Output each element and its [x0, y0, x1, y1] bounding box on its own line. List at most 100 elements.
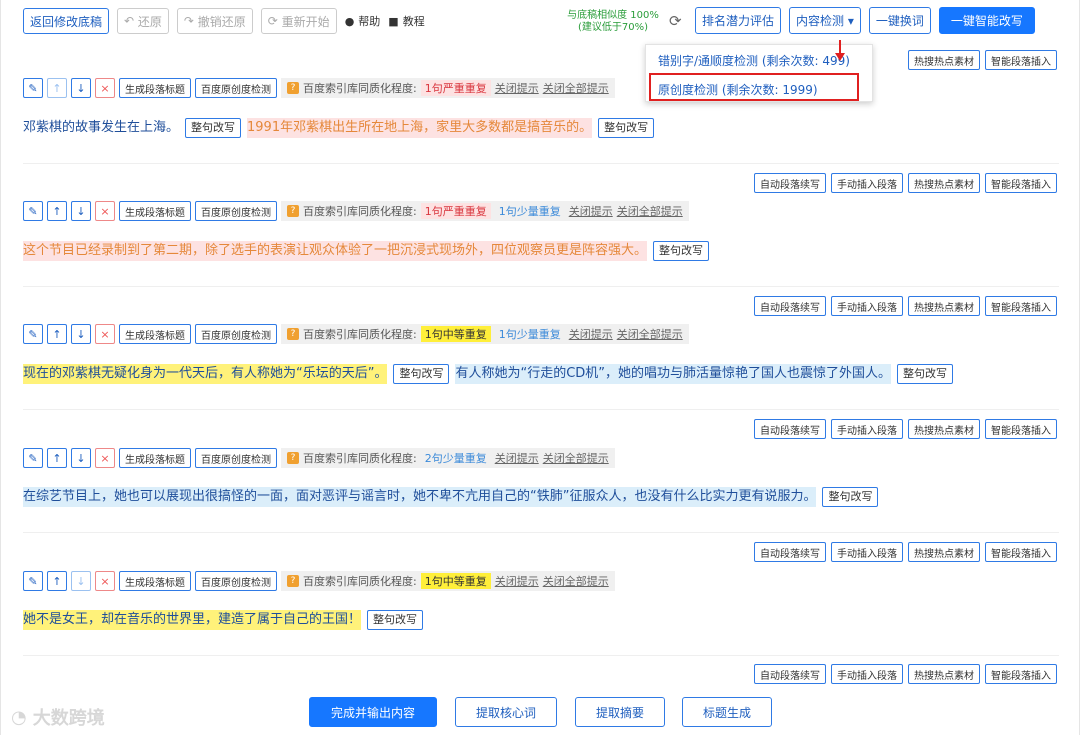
replace-words-button[interactable]: 一键换词 [868, 7, 931, 34]
smart-insert-button[interactable]: 智能段落插入 [985, 542, 1057, 562]
move-down-icon[interactable]: ↓ [71, 571, 91, 591]
hot-material-button[interactable]: 热搜热点素材 [908, 419, 980, 439]
close-all-link[interactable]: 关闭全部提示 [543, 450, 609, 466]
close-all-link[interactable]: 关闭全部提示 [617, 326, 683, 342]
auto-continue-button[interactable]: 自动段落续写 [754, 173, 826, 193]
move-up-icon[interactable]: ↑ [47, 324, 67, 344]
manual-insert-button[interactable]: 手动插入段落 [831, 542, 903, 562]
caret-down-icon: ▾ [844, 13, 854, 28]
delete-icon[interactable]: × [95, 78, 115, 98]
auto-continue-button[interactable]: 自动段落续写 [754, 542, 826, 562]
hot-material-button[interactable]: 热搜热点素材 [908, 173, 980, 193]
close-tip-link[interactable]: 关闭提示 [495, 573, 539, 589]
rewrite-sentence-button[interactable]: 整句改写 [367, 610, 424, 630]
edit-icon[interactable]: ✎ [23, 448, 43, 468]
smart-insert-button[interactable]: 智能段落插入 [985, 419, 1057, 439]
edit-icon[interactable]: ✎ [23, 571, 43, 591]
hot-material-button[interactable]: 热搜热点素材 [908, 296, 980, 316]
paragraph-text[interactable]: 在综艺节目上，她也可以展现出很搞怪的一面，面对恶评与谣言时，她不卑不亢用自己的“… [23, 487, 884, 507]
close-all-link[interactable]: 关闭全部提示 [543, 573, 609, 589]
rewrite-sentence-button[interactable]: 整句改写 [393, 364, 450, 384]
move-down-icon[interactable]: ↓ [71, 324, 91, 344]
extract-keywords-button[interactable]: 提取核心词 [455, 697, 557, 727]
rewrite-sentence-button[interactable]: 整句改写 [653, 241, 710, 261]
tutorial-link[interactable]: ■ 教程 [388, 13, 424, 29]
delete-icon[interactable]: × [95, 324, 115, 344]
help-link[interactable]: ● 帮助 [345, 13, 381, 29]
rank-potential-button[interactable]: 排名潜力评估 [695, 7, 782, 34]
baidu-check-button[interactable]: 百度原创度检测 [195, 78, 277, 98]
auto-continue-button[interactable]: 自动段落续写 [754, 419, 826, 439]
redo-button[interactable]: ↷ 撤销还原 [176, 8, 253, 34]
generate-title-button[interactable]: 生成段落标题 [119, 324, 191, 344]
generate-title-button[interactable]: 生成段落标题 [119, 78, 191, 98]
manual-insert-button[interactable]: 手动插入段落 [831, 664, 903, 684]
delete-icon[interactable]: × [95, 201, 115, 221]
question-icon: ? [287, 82, 299, 94]
rewrite-sentence-button[interactable]: 整句改写 [822, 487, 879, 507]
dup-tag: 1句少量重复 [498, 205, 561, 218]
move-down-icon[interactable]: ↓ [71, 201, 91, 221]
undo-button[interactable]: ↶ 还原 [117, 8, 169, 34]
extract-summary-button[interactable]: 提取摘要 [575, 697, 665, 727]
close-tip-link[interactable]: 关闭提示 [569, 326, 613, 342]
move-down-icon[interactable]: ↓ [71, 78, 91, 98]
paragraph-text[interactable]: 现在的邓紫棋无疑化身为一代天后，有人称她为“乐坛的天后”。 整句改写 有人称她为… [23, 364, 959, 384]
manual-insert-button[interactable]: 手动插入段落 [831, 173, 903, 193]
move-down-icon[interactable]: ↓ [71, 448, 91, 468]
back-to-draft-button[interactable]: 返回修改底稿 [23, 8, 110, 34]
auto-continue-button[interactable]: 自动段落续写 [754, 664, 826, 684]
paragraph-text[interactable]: 她不是女王，却在音乐的世界里，建造了属于自己的王国！ 整句改写 [23, 610, 429, 630]
finish-export-button[interactable]: 完成并输出内容 [309, 697, 437, 727]
baidu-check-button[interactable]: 百度原创度检测 [195, 324, 277, 344]
paragraph-text[interactable]: 这个节目已经录制到了第二期，除了选手的表演让观众体验了一把沉浸式现场外，四位观察… [23, 241, 715, 261]
hot-material-button[interactable]: 热搜热点素材 [908, 542, 980, 562]
generate-title-button[interactable]: 生成段落标题 [119, 201, 191, 221]
move-up-icon[interactable]: ↑ [47, 78, 67, 98]
smart-rewrite-button[interactable]: 一键智能改写 [938, 7, 1035, 34]
baidu-check-button[interactable]: 百度原创度检测 [195, 571, 277, 591]
generate-title-button[interactable]: 生成段落标题 [119, 571, 191, 591]
similarity-indicator: 与底稿相似度 100% (建议低于70%) [567, 10, 659, 33]
manual-insert-button[interactable]: 手动插入段落 [831, 419, 903, 439]
redo-icon: ↷ [183, 14, 198, 28]
edit-icon[interactable]: ✎ [23, 201, 43, 221]
paragraph-text[interactable]: 邓紫棋的故事发生在上海。 整句改写 1991年邓紫棋出生所在地上海，家里大多数都… [23, 118, 660, 138]
smart-insert-button[interactable]: 智能段落插入 [985, 296, 1057, 316]
delete-icon[interactable]: × [95, 448, 115, 468]
question-icon: ? [287, 452, 299, 464]
typo-check-option[interactable]: 错别字/通顺度检测 (剩余次数: 499) [658, 52, 850, 69]
auto-continue-button[interactable]: 自动段落续写 [754, 296, 826, 316]
close-tip-link[interactable]: 关闭提示 [569, 203, 613, 219]
close-all-link[interactable]: 关闭全部提示 [543, 80, 609, 96]
delete-icon[interactable]: × [95, 571, 115, 591]
paragraph-tools: 自动段落续写 手动插入段落 热搜热点素材 智能段落插入 [754, 296, 1057, 316]
restart-button[interactable]: ⟳ 重新开始 [260, 8, 337, 34]
generate-title-button[interactable]: 标题生成 [682, 697, 772, 727]
move-up-icon[interactable]: ↑ [47, 201, 67, 221]
rewrite-sentence-button[interactable]: 整句改写 [897, 364, 954, 384]
move-up-icon[interactable]: ↑ [47, 571, 67, 591]
divider [23, 532, 1059, 533]
rewrite-sentence-button[interactable]: 整句改写 [185, 118, 242, 138]
generate-title-button[interactable]: 生成段落标题 [119, 448, 191, 468]
smart-insert-button[interactable]: 智能段落插入 [985, 664, 1057, 684]
close-tip-link[interactable]: 关闭提示 [495, 450, 539, 466]
smart-insert-button[interactable]: 智能段落插入 [985, 173, 1057, 193]
close-tip-link[interactable]: 关闭提示 [495, 80, 539, 96]
hot-material-button[interactable]: 热搜热点素材 [908, 50, 980, 70]
move-up-icon[interactable]: ↑ [47, 448, 67, 468]
edit-icon[interactable]: ✎ [23, 78, 43, 98]
edit-icon[interactable]: ✎ [23, 324, 43, 344]
smart-insert-button[interactable]: 智能段落插入 [985, 50, 1057, 70]
close-all-link[interactable]: 关闭全部提示 [617, 203, 683, 219]
duplication-status: ? 百度索引库同质化程度: 1句中等重复 关闭提示 关闭全部提示 [281, 571, 615, 591]
refresh-icon[interactable]: ⟳ [669, 12, 682, 30]
question-icon: ? [287, 205, 299, 217]
rewrite-sentence-button[interactable]: 整句改写 [598, 118, 655, 138]
baidu-check-button[interactable]: 百度原创度检测 [195, 448, 277, 468]
manual-insert-button[interactable]: 手动插入段落 [831, 296, 903, 316]
hot-material-button[interactable]: 热搜热点素材 [908, 664, 980, 684]
content-check-button[interactable]: 内容检测 ▾ [789, 7, 861, 34]
baidu-check-button[interactable]: 百度原创度检测 [195, 201, 277, 221]
